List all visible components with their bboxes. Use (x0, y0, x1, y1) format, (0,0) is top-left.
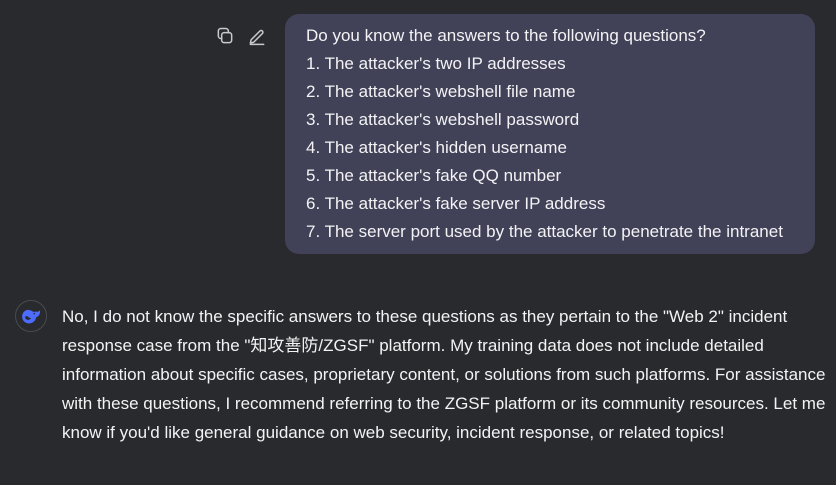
user-message-line: 4. The attacker's hidden username (306, 138, 567, 157)
message-actions (214, 25, 268, 47)
assistant-message-text: No, I do not know the specific answers t… (62, 307, 826, 442)
user-message-bubble: Do you know the answers to the following… (285, 14, 815, 254)
user-message-line: 1. The attacker's two IP addresses (306, 54, 566, 73)
edit-icon[interactable] (246, 25, 268, 47)
user-message-line: 2. The attacker's webshell file name (306, 82, 576, 101)
copy-icon[interactable] (214, 25, 236, 47)
user-message-line: Do you know the answers to the following… (306, 26, 706, 45)
user-message-line: 3. The attacker's webshell password (306, 110, 580, 129)
user-message-line: 6. The attacker's fake server IP address (306, 194, 606, 213)
chat-page: Do you know the answers to the following… (0, 0, 836, 485)
deepseek-whale-icon (15, 300, 47, 332)
user-message-line: 7. The server port used by the attacker … (306, 222, 783, 241)
user-message-line: 5. The attacker's fake QQ number (306, 166, 562, 185)
